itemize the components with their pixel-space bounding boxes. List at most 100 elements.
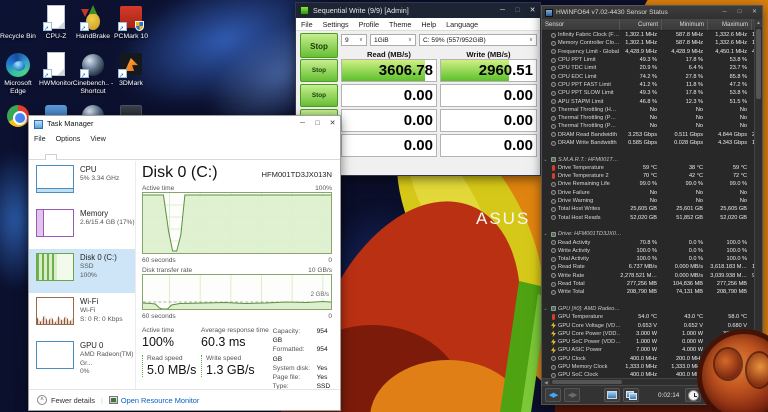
mini-graph <box>36 165 74 193</box>
close-button[interactable] <box>525 3 540 18</box>
tm-menu-item[interactable]: Options <box>51 134 86 143</box>
sensor-row[interactable]: ⌄ GPU Core Voltage (VD… 0.653 V 0.652 V … <box>542 321 754 329</box>
tm-sidebar-item[interactable]: Wi-Fi Wi-Fi S: 0 R: 0 Kbps <box>29 293 135 337</box>
desktop-icon-label: 3DMark <box>109 80 153 88</box>
sensor-name: Read Activity <box>558 240 620 246</box>
cdm-stop-button[interactable]: Stop <box>300 84 338 107</box>
minimize-button[interactable] <box>717 6 732 19</box>
sensor-row[interactable]: ⌄ CPU PPT Limit 49.3 % 17.8 % 53.8 % <box>542 56 754 64</box>
sensor-row[interactable]: ⌄ Drive Failure No No No <box>542 189 754 197</box>
hwinfo-titlebar[interactable]: HWiNFO64 v7.02-4430 Sensor Status <box>542 6 762 19</box>
tm-sidebar: CPU 5% 3.34 GHz Memory 2.6/15.4 GB (17%) <box>29 161 136 389</box>
nav-arrows-button[interactable]: ◀▶ <box>545 388 561 402</box>
hwinfo-column-headers[interactable]: Sensor Current Minimum Maximum <box>542 19 754 31</box>
sensor-icon <box>551 190 556 195</box>
cdm-menu-item[interactable]: Profile <box>354 20 384 29</box>
cdm-menu-item[interactable]: Theme <box>384 20 416 29</box>
tm-sidebar-item[interactable]: Memory 2.6/15.4 GB (17%) <box>29 205 135 249</box>
close-button[interactable] <box>325 116 340 132</box>
sensor-row[interactable]: ⌄ Total Activity 100.0 % 0.0 % 100.0 % <box>542 255 754 263</box>
desktop-icon[interactable]: PCMark 10 <box>109 5 153 41</box>
sensor-row[interactable]: ⌄ Memory Controller Clo… 1,302.1 MHz 587… <box>542 39 754 47</box>
sensor-row[interactable]: ⌄ Frequency Limit - Global 4,428.9 MHz 4… <box>542 48 754 56</box>
tm-menu-item[interactable]: File <box>29 134 51 143</box>
scrollbar-thumb[interactable] <box>552 380 622 384</box>
sensor-row[interactable]: ⌄ CPU PPT SLOW Limit 49.3 % 17.8 % 53.8 … <box>542 89 754 97</box>
sensor-row[interactable]: ⌄ Read Total 277,256 MB 104,836 MB 277,2… <box>542 280 754 288</box>
minimize-button[interactable] <box>495 3 510 18</box>
sensor-row[interactable]: ⌄ Thermal Throttling (H… No No No <box>542 106 754 114</box>
sensor-row[interactable]: ⌄ CPU EDC Limit 74.2 % 27.8 % 85.8 % <box>542 72 754 80</box>
sensor-row[interactable]: ⌄ Read Activity 70.8 % 0.0 % 100.0 % <box>542 238 754 246</box>
sensor-row[interactable]: ⌄ CPU PPT FAST Limit 41.2 % 11.8 % 47.2 … <box>542 81 754 89</box>
tm-tab[interactable] <box>57 154 69 159</box>
sensor-row[interactable]: ⌄ Total Host Reads 52,020 GB 51,852 GB 5… <box>542 214 754 222</box>
sensor-row[interactable]: ⌄ Drive Temperature 59 °C 38 °C 59 °C <box>542 164 754 172</box>
sensor-row[interactable]: ⌄ DRAM Write Bandwidth 0.585 Gbps 0.028 … <box>542 139 754 147</box>
tm-tab[interactable] <box>33 154 45 159</box>
tm-tab[interactable] <box>105 154 117 159</box>
cdm-menu-item[interactable]: Language <box>441 20 483 29</box>
close-button[interactable] <box>747 6 762 19</box>
tm-menu-item[interactable]: View <box>85 134 110 143</box>
maximize-button[interactable] <box>310 116 325 132</box>
sensor-row[interactable]: ⌄ GPU [#0]: AMD Radeo… <box>542 305 754 313</box>
sidebar-item-line1: AMD Radeon(TM) Gr... <box>80 351 135 368</box>
scrollbar-thumb[interactable] <box>756 29 761 99</box>
cdm-menu-item[interactable]: File <box>296 20 318 29</box>
cdm-stop-button[interactable]: Stop <box>300 59 338 82</box>
sensor-row[interactable]: ⌄ DRAM Read Bandwidth 3.253 Gbps 0.511 G… <box>542 131 754 139</box>
cdm-queue-select[interactable]: 9∨ <box>341 34 367 46</box>
sensor-row[interactable]: ⌄ Write Activity 100.0 % 0.0 % 100.0 % <box>542 247 754 255</box>
write-value: 0.00 <box>440 135 533 156</box>
sensor-row[interactable]: ⌄ APU STAPM Limit 46.8 % 12.3 % 51.5 % <box>542 97 754 105</box>
cdm-stop-all-button[interactable]: Stop <box>300 33 338 58</box>
sensor-name: GPU ASIC Power <box>558 347 620 353</box>
sensor-row[interactable]: ⌄ CPU TDC Limit 20.9 % 6.4 % 23.7 % <box>542 64 754 72</box>
chart1-x-right: 0 <box>328 257 332 264</box>
maximize-button[interactable] <box>732 6 747 19</box>
sensor-name: Infinity Fabric Clock (F… <box>558 32 620 38</box>
sensor-name: Drive Warning <box>558 198 620 204</box>
sensor-row[interactable]: ⌄ Read Rate 6.737 MB/s 0.000 MB/s 3,618.… <box>542 263 754 271</box>
sensor-minimum: 38 °C <box>660 165 706 171</box>
cdm-menu-item[interactable]: Help <box>416 20 441 29</box>
tm-sidebar-item[interactable]: Disk 0 (C:) SSD 100% <box>29 249 135 293</box>
sensor-row[interactable]: ⌄ Drive: HFM001TD3JX0… <box>542 230 754 238</box>
sensor-row[interactable]: ⌄ Thermal Throttling (P… No No No <box>542 122 754 130</box>
vertical-scrollbar[interactable]: ▲ <box>754 19 762 378</box>
cdm-titlebar[interactable]: Sequential Write (9/9) [Admin] <box>296 3 540 18</box>
sidebar-item-line1: 2.6/15.4 GB (17%) <box>80 219 135 228</box>
tm-sidebar-item[interactable]: GPU 0 AMD Radeon(TM) Gr... 0% <box>29 337 135 381</box>
sensor-row[interactable]: ⌄ Drive Warning No No No <box>542 197 754 205</box>
sensor-row[interactable]: ⌄ Total Host Writes 25,605 GB 25,601 GB … <box>542 205 754 213</box>
sensor-row[interactable]: ⌄ Drive Temperature 2 70 °C 42 °C 72 °C <box>542 172 754 180</box>
tm-tab[interactable] <box>81 154 93 159</box>
tm-titlebar[interactable]: Task Manager <box>29 116 340 132</box>
tm-tab[interactable] <box>69 154 81 159</box>
sensor-name: Read Rate <box>558 264 620 270</box>
sensor-row[interactable]: ⌄ Write Total 208,790 MB 74,131 MB 208,7… <box>542 288 754 296</box>
monitor-button[interactable] <box>604 388 620 402</box>
tm-tab[interactable] <box>45 154 57 160</box>
desktop-icon[interactable]: 3DMark <box>109 52 153 88</box>
maximize-button[interactable] <box>510 3 525 18</box>
minimize-button[interactable] <box>295 116 310 132</box>
nav-arrows-disabled-button[interactable]: ◀▶ <box>564 388 580 402</box>
cdm-menu-item[interactable]: Settings <box>318 20 354 29</box>
tm-tab[interactable] <box>93 154 105 159</box>
open-resource-monitor-link[interactable]: Open Resource Monitor <box>121 396 199 405</box>
sensor-row[interactable]: ⌄ GPU Temperature 54.0 °C 43.0 °C 58.0 °… <box>542 313 754 321</box>
sensor-row[interactable]: ⌄ Thermal Throttling (P… No No No <box>542 114 754 122</box>
scroll-up-icon[interactable]: ▲ <box>755 19 762 27</box>
tm-sidebar-item[interactable]: CPU 5% 3.34 GHz <box>29 161 135 205</box>
sensor-row[interactable]: ⌄ Drive Remaining Life 99.0 % 99.0 % 99.… <box>542 180 754 188</box>
fewer-details-button[interactable]: Fewer details <box>51 396 95 405</box>
sensor-current: 100.0 % <box>620 248 660 254</box>
sensor-row[interactable]: ⌄ Infinity Fabric Clock (F… 1,302.1 MHz … <box>542 31 754 39</box>
sensor-row[interactable]: ⌄ Write Rate 2,278.521 M… 0.000 MB/s 3,0… <box>542 272 754 280</box>
remote-sensors-button[interactable] <box>623 388 639 402</box>
cdm-size-select[interactable]: 1GiB∨ <box>370 34 416 46</box>
sensor-row[interactable]: ⌄ S.M.A.R.T.: HFM001T… <box>542 155 754 163</box>
cdm-target-select[interactable]: C: 59% (557/952GiB)∨ <box>419 34 537 46</box>
